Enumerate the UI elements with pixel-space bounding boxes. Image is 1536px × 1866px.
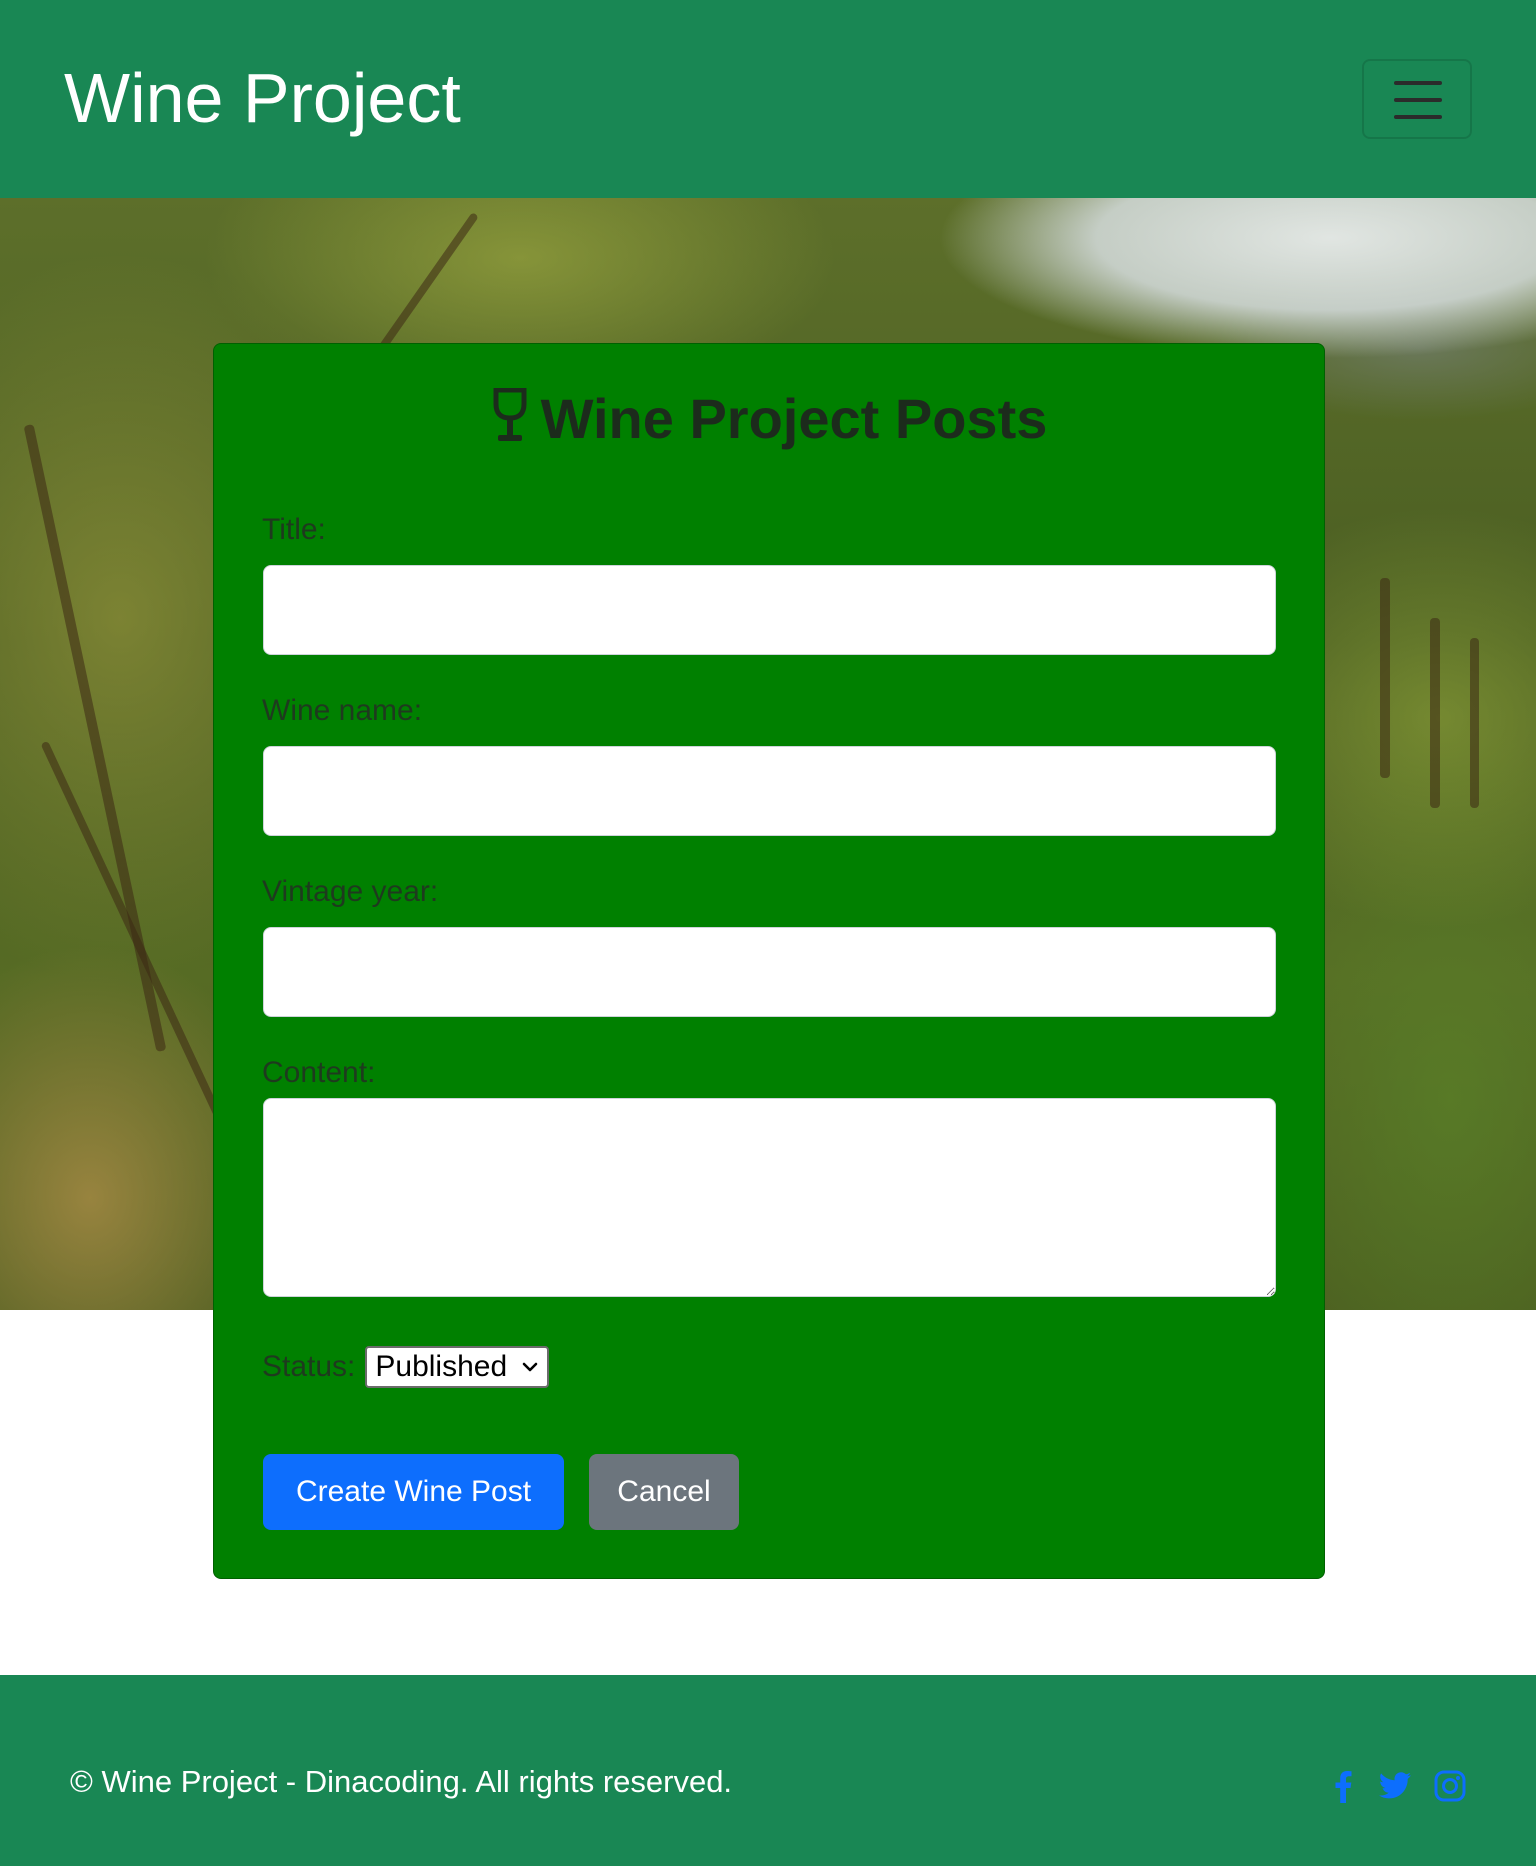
vine-decoration — [1430, 618, 1440, 808]
footer-copyright: © Wine Project - Dinacoding. All rights … — [70, 1764, 733, 1799]
post-form-card: Wine Project Posts Title: Wine name: Vin… — [213, 343, 1325, 1579]
vine-decoration — [1380, 578, 1390, 778]
navbar-toggler-button[interactable] — [1362, 59, 1472, 139]
facebook-icon[interactable] — [1330, 1767, 1356, 1805]
instagram-icon[interactable] — [1432, 1767, 1468, 1805]
vintage-year-input[interactable] — [263, 927, 1276, 1017]
cancel-button[interactable]: Cancel — [589, 1454, 739, 1530]
content-label: Content: — [262, 1056, 376, 1089]
status-row: Status: Published — [262, 1346, 550, 1388]
vintage-year-label: Vintage year: — [262, 875, 439, 908]
title-label: Title: — [262, 513, 326, 546]
hamburger-menu-icon — [1394, 81, 1442, 85]
wine-glass-icon — [493, 388, 527, 441]
wine-name-input[interactable] — [263, 746, 1276, 836]
title-input[interactable] — [263, 565, 1276, 655]
brand-link[interactable]: Wine Project — [64, 56, 461, 140]
twitter-icon[interactable] — [1376, 1767, 1414, 1805]
status-select[interactable]: Published — [365, 1346, 550, 1388]
form-heading-text: Wine Project Posts — [540, 387, 1048, 450]
wine-name-label: Wine name: — [262, 694, 423, 727]
create-wine-post-button[interactable]: Create Wine Post — [263, 1454, 564, 1530]
status-selected-value: Published — [375, 1350, 508, 1383]
hamburger-menu-icon-bar — [1394, 115, 1442, 119]
hamburger-menu-icon-bar — [1394, 98, 1442, 102]
footer: © Wine Project - Dinacoding. All rights … — [0, 1675, 1536, 1866]
form-heading: Wine Project Posts — [214, 384, 1326, 454]
chevron-down-icon — [523, 1362, 538, 1372]
navbar: Wine Project — [0, 0, 1536, 198]
status-label: Status: — [262, 1350, 356, 1383]
content-textarea[interactable] — [263, 1098, 1276, 1297]
vine-decoration — [1470, 638, 1479, 808]
vine-decoration — [369, 211, 479, 365]
